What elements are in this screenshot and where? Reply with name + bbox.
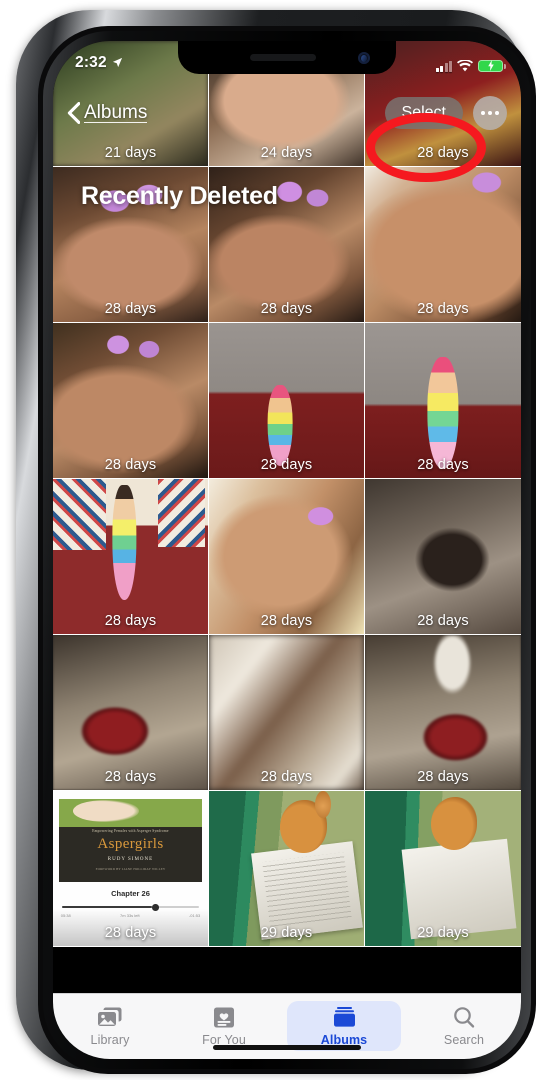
- phone-frame: 21 days 24 days 28 days 28 days 28 days …: [16, 10, 536, 1074]
- screenshot-root: 21 days 24 days 28 days 28 days 28 days …: [0, 0, 542, 1080]
- days-remaining-label: 28 days: [104, 925, 157, 941]
- days-remaining-label: 29 days: [260, 925, 313, 941]
- tab-library[interactable]: Library: [53, 1001, 167, 1047]
- grid-row: 28 days 28 days 28 days: [53, 479, 521, 635]
- nav-right-actions: Select: [384, 96, 507, 130]
- back-button-albums[interactable]: Albums: [67, 101, 148, 124]
- photo-cell[interactable]: 29 days: [365, 791, 521, 947]
- earpiece-speaker: [250, 54, 317, 61]
- photo-thumbnail: [365, 323, 521, 478]
- tab-albums[interactable]: Albums: [287, 1001, 401, 1051]
- book-title: Aspergirls: [97, 835, 164, 852]
- photo-cell[interactable]: 28 days: [209, 479, 365, 635]
- book-cover-art: Empowering Females with Asperger Syndrom…: [59, 798, 202, 883]
- days-remaining-label: 28 days: [417, 457, 469, 473]
- tab-for-you[interactable]: For You: [167, 1001, 281, 1047]
- photo-thumbnail: [209, 635, 364, 790]
- photo-cell[interactable]: 28 days: [365, 323, 521, 479]
- photos-library-icon: [97, 1004, 123, 1030]
- photo-cell[interactable]: 28 days: [53, 323, 209, 479]
- home-indicator[interactable]: [213, 1045, 361, 1050]
- page-title: Recently Deleted: [81, 182, 278, 210]
- status-right: [435, 59, 506, 72]
- location-arrow-icon: [112, 57, 122, 68]
- tab-search[interactable]: Search: [407, 1001, 521, 1047]
- front-camera: [358, 52, 370, 64]
- photo-thumbnail: [209, 791, 364, 946]
- photo-thumbnail: Empowering Females with Asperger Syndrom…: [53, 791, 208, 946]
- for-you-heart-icon: [212, 1004, 236, 1030]
- book-foreword: FOREWORD BY LIANE HOLLIDAY WILLEY: [95, 867, 166, 872]
- tab-label: Library: [90, 1033, 130, 1047]
- photo-thumbnail: [53, 323, 208, 478]
- days-remaining-label: 28 days: [104, 769, 157, 785]
- days-remaining-label: 21 days: [104, 145, 157, 161]
- charging-bolt-icon: [487, 60, 494, 72]
- phone-screen: 21 days 24 days 28 days 28 days 28 days …: [53, 41, 521, 1059]
- photo-thumbnail: [365, 167, 521, 322]
- select-button[interactable]: Select: [384, 97, 463, 129]
- grid-row: Empowering Females with Asperger Syndrom…: [53, 791, 521, 947]
- status-time: 2:32: [75, 54, 107, 71]
- days-remaining-label: 28 days: [260, 301, 313, 317]
- tab-bar: Library For You Albums Search: [53, 993, 521, 1059]
- book-author: RUDY SIMONE: [107, 857, 154, 863]
- photo-cell[interactable]: 28 days: [209, 635, 365, 791]
- wifi-icon: [457, 60, 473, 72]
- days-remaining-label: 28 days: [104, 301, 157, 317]
- magnifier-icon: [452, 1004, 476, 1030]
- photo-cell[interactable]: 28 days: [365, 167, 521, 323]
- photo-cell[interactable]: 28 days: [209, 323, 365, 479]
- photo-cell[interactable]: 28 days: [53, 635, 209, 791]
- days-remaining-label: 28 days: [104, 457, 157, 473]
- photo-cell[interactable]: 28 days: [365, 635, 521, 791]
- back-button-label: Albums: [84, 101, 148, 124]
- notch: [178, 41, 396, 74]
- days-remaining-label: 28 days: [417, 769, 469, 785]
- battery-charging-icon: [478, 59, 506, 72]
- chevron-left-icon: [67, 102, 80, 124]
- days-remaining-label: 28 days: [260, 769, 313, 785]
- grid-row: 28 days 28 days 28 days: [53, 635, 521, 791]
- photo-thumbnail: [53, 635, 208, 790]
- signal-bars-icon: [435, 61, 452, 72]
- photo-thumbnail: [365, 479, 521, 634]
- photo-cell-audiobook[interactable]: Empowering Females with Asperger Syndrom…: [53, 791, 209, 947]
- photo-thumbnail: [365, 635, 521, 790]
- navigation-bar: Albums Select: [53, 89, 521, 137]
- photo-cell[interactable]: 28 days: [53, 479, 209, 635]
- status-left: 2:32: [75, 54, 123, 72]
- tab-label: Search: [443, 1033, 485, 1047]
- days-remaining-label: 28 days: [260, 613, 313, 629]
- albums-folder-icon: [332, 1004, 357, 1030]
- days-remaining-label: 28 days: [104, 613, 157, 629]
- book-tagline: Empowering Females with Asperger Syndrom…: [92, 828, 169, 833]
- days-remaining-label: 24 days: [260, 145, 313, 161]
- photo-thumbnail: [209, 479, 364, 634]
- grid-row: 28 days 28 days 28 days: [53, 323, 521, 479]
- days-remaining-label: 28 days: [260, 457, 313, 473]
- photo-thumbnail: [209, 323, 364, 478]
- photo-cell[interactable]: 29 days: [209, 791, 365, 947]
- ellipsis-icon: [480, 110, 485, 116]
- more-options-button[interactable]: [473, 96, 507, 130]
- photo-thumbnail: [365, 791, 521, 946]
- days-remaining-label: 28 days: [417, 301, 469, 317]
- days-remaining-label: 28 days: [417, 613, 469, 629]
- book-chapter-label: Chapter 26: [111, 888, 150, 898]
- days-remaining-label: 28 days: [417, 145, 469, 161]
- days-remaining-label: 29 days: [417, 925, 469, 941]
- photo-thumbnail: [53, 479, 208, 634]
- photo-cell[interactable]: 28 days: [365, 479, 521, 635]
